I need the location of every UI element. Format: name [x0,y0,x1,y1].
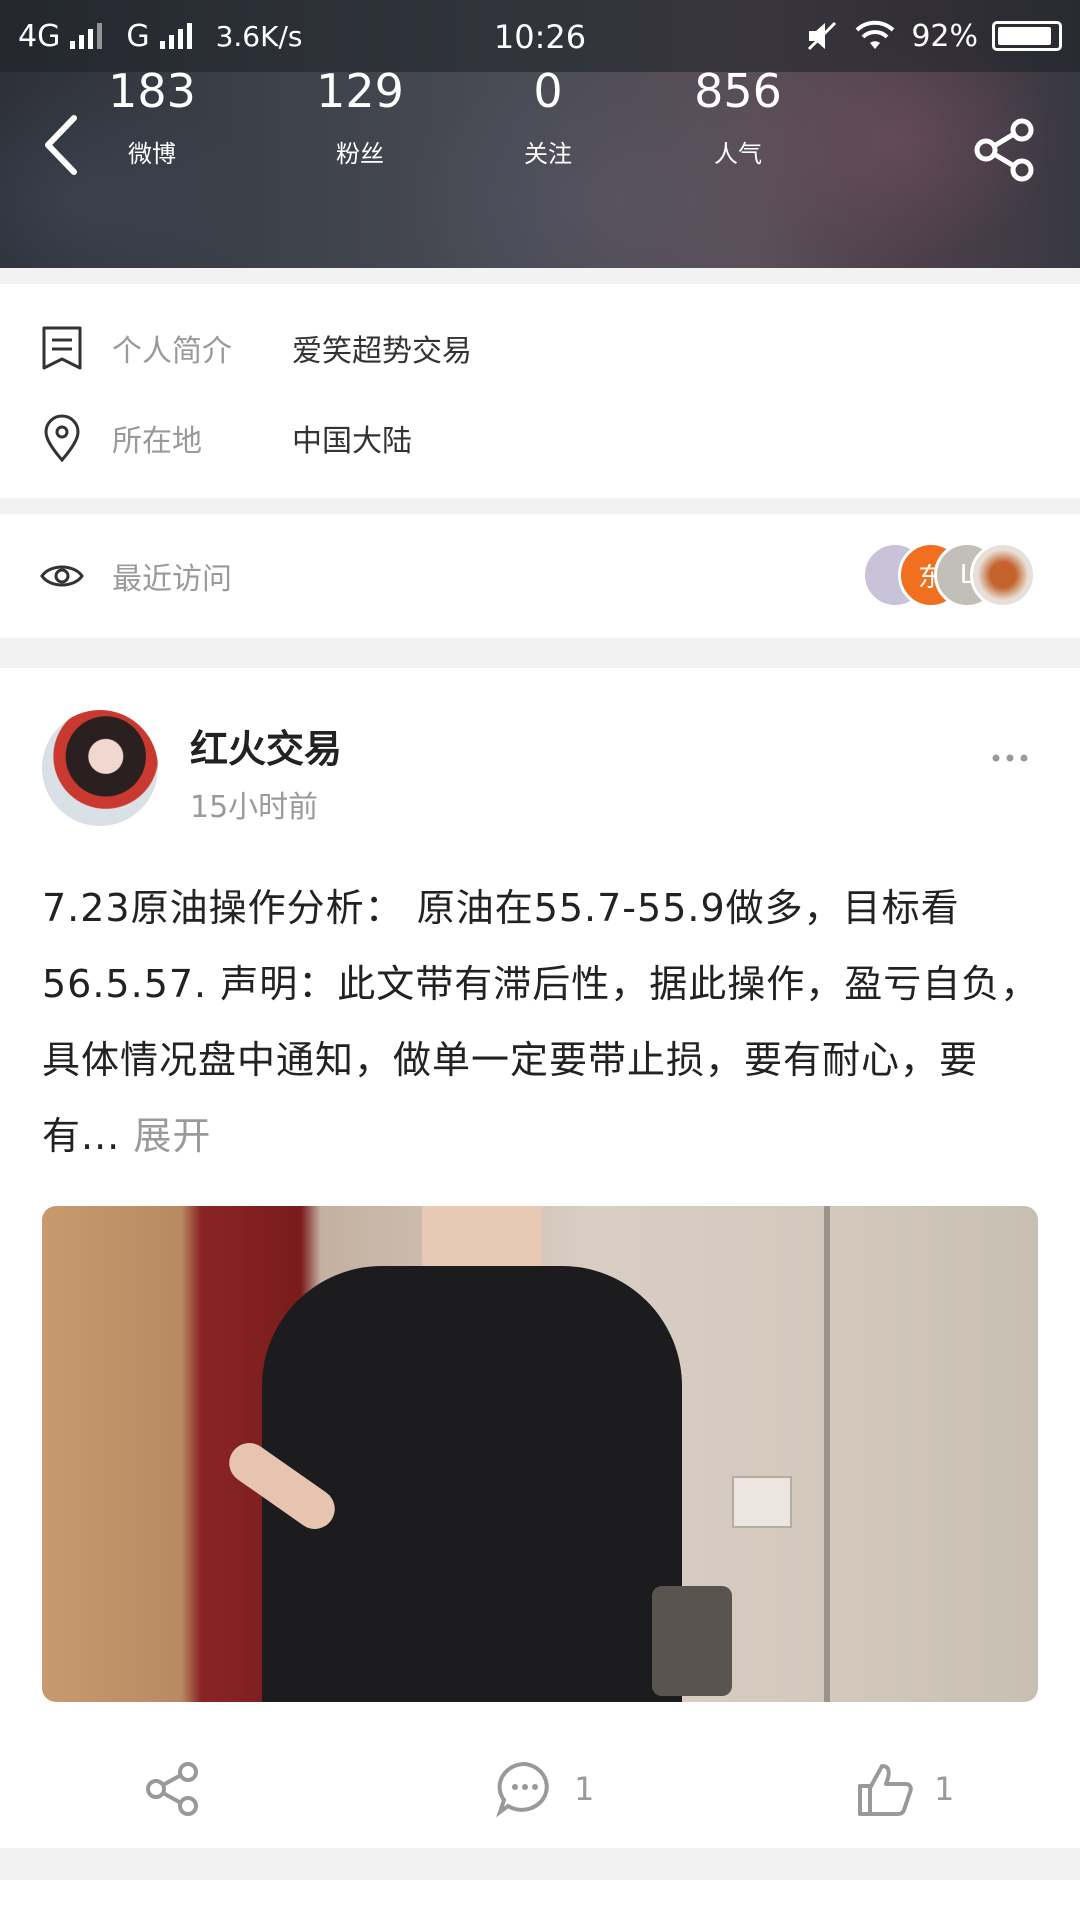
back-arrow-icon[interactable] [38,110,88,180]
share-icon[interactable] [972,118,1036,182]
stat-popularity-count: 856 [694,64,782,118]
profile-header: 4G G 3.6K/s 10:26 92% 183 微博 129 粉丝 0 关注… [0,0,1080,268]
location-row: 所在地 中国大陆 [40,414,412,462]
stat-fans[interactable]: 129 粉丝 [290,58,430,169]
more-options-icon[interactable] [990,748,1030,768]
expand-link[interactable]: 展开 [133,1114,211,1158]
stat-follow[interactable]: 0 关注 [478,58,618,169]
post-author-name[interactable]: 红火交易 [190,718,342,773]
post-timestamp: 15小时前 [190,790,319,825]
visitor-avatars[interactable]: 东 L [862,542,1036,608]
next-card [0,1880,1080,1920]
stats-row: 183 微博 129 粉丝 0 关注 856 人气 [0,58,1080,198]
share-icon [146,1762,198,1816]
profile-info-card [0,284,1080,498]
bio-icon [42,326,82,370]
recent-visits-row[interactable]: 最近访问 [40,552,292,600]
stat-weibo-label: 微博 [128,140,176,168]
post-author-avatar[interactable] [42,710,158,826]
stat-follow-count: 0 [533,64,563,118]
stat-popularity: 856 人气 [668,58,808,169]
location-key: 所在地 [112,424,202,459]
battery-icon [992,21,1062,51]
bio-row: 个人简介 爱笑超势交易 [40,324,472,372]
comment-action[interactable]: 1 [496,1760,594,1818]
recent-visits-label: 最近访问 [112,562,232,597]
comment-count: 1 [574,1770,595,1808]
stat-fans-label: 粉丝 [336,140,384,168]
clock: 10:26 [493,18,587,56]
location-value: 中国大陆 [292,424,412,459]
post-photo[interactable] [42,1206,1038,1702]
stat-popularity-label: 人气 [714,140,762,168]
stat-fans-count: 129 [316,64,404,118]
thumbs-up-icon [858,1764,913,1816]
location-pin-icon [44,414,80,462]
bio-key: 个人简介 [112,334,232,369]
stat-weibo-count: 183 [108,64,196,118]
bio-value: 爱笑超势交易 [292,334,472,369]
post-content: 7.23原油操作分析： 原油在55.7-55.9做多，目标看56.5.57. 声… [42,870,1042,1174]
visitor-avatar [970,542,1036,608]
stat-weibo[interactable]: 183 微博 [82,58,222,169]
comment-icon [496,1761,549,1818]
like-count: 1 [934,1770,955,1808]
share-action[interactable] [144,1760,222,1818]
eye-icon [40,565,84,587]
like-action[interactable]: 1 [856,1760,954,1818]
stat-follow-label: 关注 [524,140,572,168]
